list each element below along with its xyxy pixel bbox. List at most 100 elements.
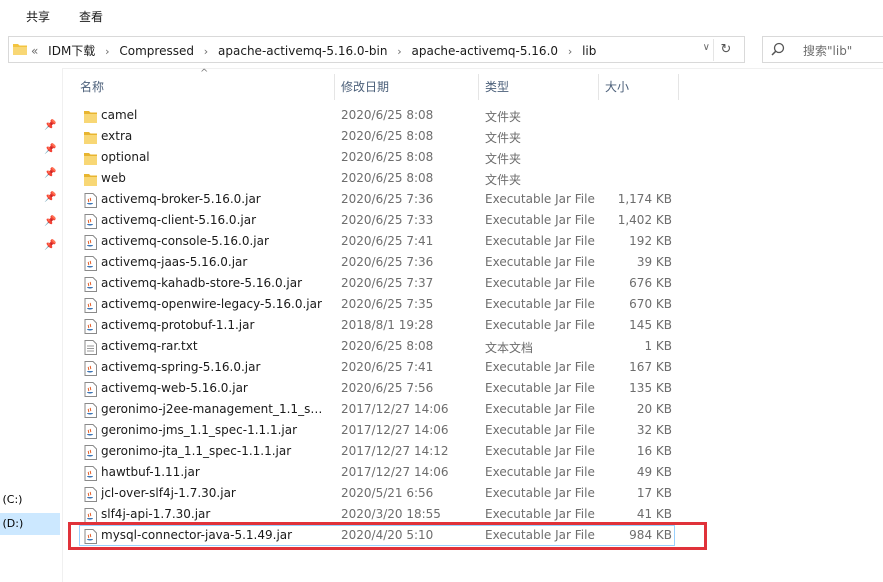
file-size: 49 KB [636, 465, 672, 479]
address-bar[interactable]: « IDM下载 › Compressed › apache-activemq-5… [8, 36, 745, 63]
file-size: 167 KB [629, 360, 672, 374]
pin-icon[interactable]: 📌 [44, 120, 56, 132]
breadcrumb-overflow-icon[interactable]: « [31, 44, 38, 58]
chevron-right-icon[interactable]: › [204, 45, 208, 58]
jar-icon [84, 256, 97, 271]
file-name: extra [101, 129, 133, 143]
file-row[interactable]: activemq-rar.txt 2020/6/25 8:08 文本文档 1 KB [80, 337, 678, 358]
file-type: Executable Jar File [485, 465, 595, 479]
chevron-right-icon[interactable]: › [105, 45, 109, 58]
jar-icon [84, 214, 97, 229]
search-input[interactable]: 搜索"lib" [762, 36, 883, 63]
file-date: 2020/6/25 7:33 [341, 213, 434, 227]
file-row[interactable]: geronimo-j2ee-management_1.1_spe... 2017/… [80, 400, 678, 421]
column-header-size[interactable]: 大小 [605, 74, 629, 100]
file-row[interactable]: extra 2020/6/25 8:08 文件夹 [80, 127, 678, 148]
file-row[interactable]: activemq-jaas-5.16.0.jar 2020/6/25 7:36 Ex… [80, 253, 678, 274]
file-name: geronimo-j2ee-management_1.1_spe... [101, 402, 327, 416]
file-row[interactable]: optional 2020/6/25 8:08 文件夹 [80, 148, 678, 169]
breadcrumb-item[interactable]: apache-activemq-5.16.0 [412, 44, 559, 58]
file-date: 2020/6/25 7:41 [341, 360, 434, 374]
file-size: 676 KB [629, 276, 672, 290]
ribbon: 共享 查看 [0, 0, 883, 32]
jar-icon [84, 298, 97, 313]
pin-icon[interactable]: 📌 [44, 144, 56, 156]
file-size: 17 KB [636, 486, 672, 500]
file-name: activemq-openwire-legacy-5.16.0.jar [101, 297, 322, 311]
file-name: activemq-spring-5.16.0.jar [101, 360, 261, 374]
file-date: 2020/3/20 18:55 [341, 507, 441, 521]
file-row[interactable]: activemq-web-5.16.0.jar 2020/6/25 7:56 Exe… [80, 379, 678, 400]
jar-icon [84, 319, 97, 334]
file-row[interactable]: geronimo-jms_1.1_spec-1.1.1.jar 2017/12/2… [80, 421, 678, 442]
column-header-date[interactable]: 修改日期 [341, 74, 389, 100]
pin-icon[interactable]: 📌 [44, 192, 56, 204]
file-name: optional [101, 150, 150, 164]
file-row[interactable]: camel 2020/6/25 8:08 文件夹 [80, 106, 678, 127]
chevron-down-icon[interactable]: ∨ [703, 42, 710, 53]
file-row[interactable]: activemq-client-5.16.0.jar 2020/6/25 7:33… [80, 211, 678, 232]
file-row[interactable]: jcl-over-slf4j-1.7.30.jar 2020/5/21 6:56 E… [80, 484, 678, 505]
file-row[interactable]: activemq-broker-5.16.0.jar 2020/6/25 7:36… [80, 190, 678, 211]
file-size: 145 KB [629, 318, 672, 332]
ribbon-tab-view[interactable]: 查看 [79, 8, 103, 25]
file-row[interactable]: activemq-spring-5.16.0.jar 2020/6/25 7:41… [80, 358, 678, 379]
file-date: 2020/6/25 7:36 [341, 255, 434, 269]
file-date: 2020/5/21 6:56 [341, 486, 434, 500]
file-type: Executable Jar File [485, 444, 595, 458]
jar-icon [84, 487, 97, 502]
breadcrumb-item[interactable]: lib [582, 44, 596, 58]
file-date: 2020/6/25 8:08 [341, 339, 434, 353]
folder-icon [84, 109, 97, 124]
file-row[interactable]: activemq-protobuf-1.1.jar 2018/8/1 19:28 E… [80, 316, 678, 337]
column-divider[interactable] [678, 74, 679, 100]
file-date: 2017/12/27 14:06 [341, 402, 449, 416]
file-row[interactable]: activemq-console-5.16.0.jar 2020/6/25 7:4… [80, 232, 678, 253]
file-date: 2020/6/25 7:56 [341, 381, 434, 395]
pin-icon[interactable]: 📌 [44, 216, 56, 228]
file-size: 135 KB [629, 381, 672, 395]
file-type: Executable Jar File [485, 297, 595, 311]
pin-icon[interactable]: 📌 [44, 168, 56, 180]
jar-icon [84, 277, 97, 292]
jar-icon [84, 193, 97, 208]
file-size: 670 KB [629, 297, 672, 311]
column-divider[interactable] [598, 74, 599, 100]
breadcrumb-item[interactable]: Compressed [119, 44, 194, 58]
file-row[interactable]: geronimo-jta_1.1_spec-1.1.1.jar 2017/12/2… [80, 442, 678, 463]
chevron-right-icon[interactable]: › [568, 45, 572, 58]
file-type: 文件夹 [485, 131, 522, 145]
file-row[interactable]: activemq-kahadb-store-5.16.0.jar 2020/6/2… [80, 274, 678, 295]
pin-icon[interactable]: 📌 [44, 240, 56, 252]
file-row[interactable]: activemq-openwire-legacy-5.16.0.jar 2020/… [80, 295, 678, 316]
file-type: Executable Jar File [485, 276, 595, 290]
drive-c[interactable]: 盘 (C:) [0, 489, 48, 511]
breadcrumb-item[interactable]: apache-activemq-5.16.0-bin [218, 44, 387, 58]
chevron-right-icon[interactable]: › [397, 45, 401, 58]
file-name: activemq-protobuf-1.1.jar [101, 318, 255, 332]
file-type: Executable Jar File [485, 423, 595, 437]
ribbon-tab-share[interactable]: 共享 [26, 8, 50, 25]
file-name: activemq-jaas-5.16.0.jar [101, 255, 248, 269]
column-header-name[interactable]: 名称 [80, 74, 104, 100]
file-row[interactable]: web 2020/6/25 8:08 文件夹 [80, 169, 678, 190]
file-type: Executable Jar File [485, 402, 595, 416]
file-date: 2020/6/25 7:37 [341, 276, 434, 290]
file-type: Executable Jar File [485, 318, 595, 332]
folder-icon [84, 151, 97, 166]
drive-d[interactable]: 盘 (D:) [0, 513, 60, 535]
breadcrumb-item[interactable]: IDM下载 [48, 42, 95, 59]
file-name: activemq-web-5.16.0.jar [101, 381, 248, 395]
file-name: web [101, 171, 126, 185]
file-name: activemq-broker-5.16.0.jar [101, 192, 261, 206]
file-date: 2020/6/25 8:08 [341, 129, 434, 143]
file-row[interactable]: hawtbuf-1.11.jar 2017/12/27 14:06 Executab… [80, 463, 678, 484]
navigation-pane: 📌 📌 📌 📌 📌 📌 盘 (C:) 盘 (D:) [0, 68, 63, 582]
column-divider[interactable] [334, 74, 335, 100]
file-name: activemq-client-5.16.0.jar [101, 213, 257, 227]
column-divider[interactable] [478, 74, 479, 100]
file-name: geronimo-jta_1.1_spec-1.1.1.jar [101, 444, 292, 458]
file-type: Executable Jar File [485, 381, 595, 395]
column-header-type[interactable]: 类型 [485, 74, 509, 100]
refresh-icon[interactable]: ↻ [713, 39, 738, 61]
